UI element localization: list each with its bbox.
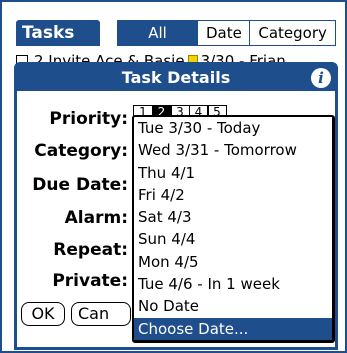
ok-button[interactable]: OK bbox=[21, 302, 65, 326]
dialog-title-text: Task Details bbox=[121, 68, 231, 87]
date-option-thu[interactable]: Thu 4/1 bbox=[134, 162, 332, 184]
priority-label: Priority: bbox=[49, 109, 128, 129]
date-option-sun[interactable]: Sun 4/4 bbox=[134, 228, 332, 250]
date-option-fri[interactable]: Fri 4/2 bbox=[134, 184, 332, 206]
tab-date[interactable]: Date bbox=[197, 20, 251, 46]
view-tabs: All Date Category bbox=[116, 20, 336, 46]
date-option-today[interactable]: Tue 3/30 - Today bbox=[134, 117, 332, 139]
repeat-label: Repeat: bbox=[53, 240, 128, 260]
cancel-button[interactable]: Can bbox=[71, 302, 131, 326]
date-option-tomorrow[interactable]: Wed 3/31 - Tomorrow bbox=[134, 139, 332, 161]
category-label: Category: bbox=[34, 141, 128, 161]
dialog-title: Task Details i bbox=[17, 65, 335, 91]
date-option-sat[interactable]: Sat 4/3 bbox=[134, 206, 332, 228]
date-option-no-date[interactable]: No Date bbox=[134, 295, 332, 317]
tab-category[interactable]: Category bbox=[249, 20, 336, 46]
date-option-one-week[interactable]: Tue 4/6 - In 1 week bbox=[134, 273, 332, 295]
tab-all[interactable]: All bbox=[116, 20, 199, 46]
app-title[interactable]: Tasks bbox=[16, 20, 100, 46]
app-header: Tasks All Date Category bbox=[16, 20, 336, 46]
device-screen: Tasks All Date Category 2 Invite Ace & B… bbox=[0, 0, 347, 353]
date-option-choose-date[interactable]: Choose Date... bbox=[134, 317, 332, 340]
due-date-popup: Tue 3/30 - Today Wed 3/31 - Tomorrow Thu… bbox=[132, 115, 335, 343]
alarm-label: Alarm: bbox=[64, 208, 128, 228]
info-icon[interactable]: i bbox=[311, 68, 331, 88]
date-option-mon[interactable]: Mon 4/5 bbox=[134, 251, 332, 273]
private-label: Private: bbox=[52, 271, 128, 291]
due-date-label: Due Date: bbox=[32, 175, 128, 195]
